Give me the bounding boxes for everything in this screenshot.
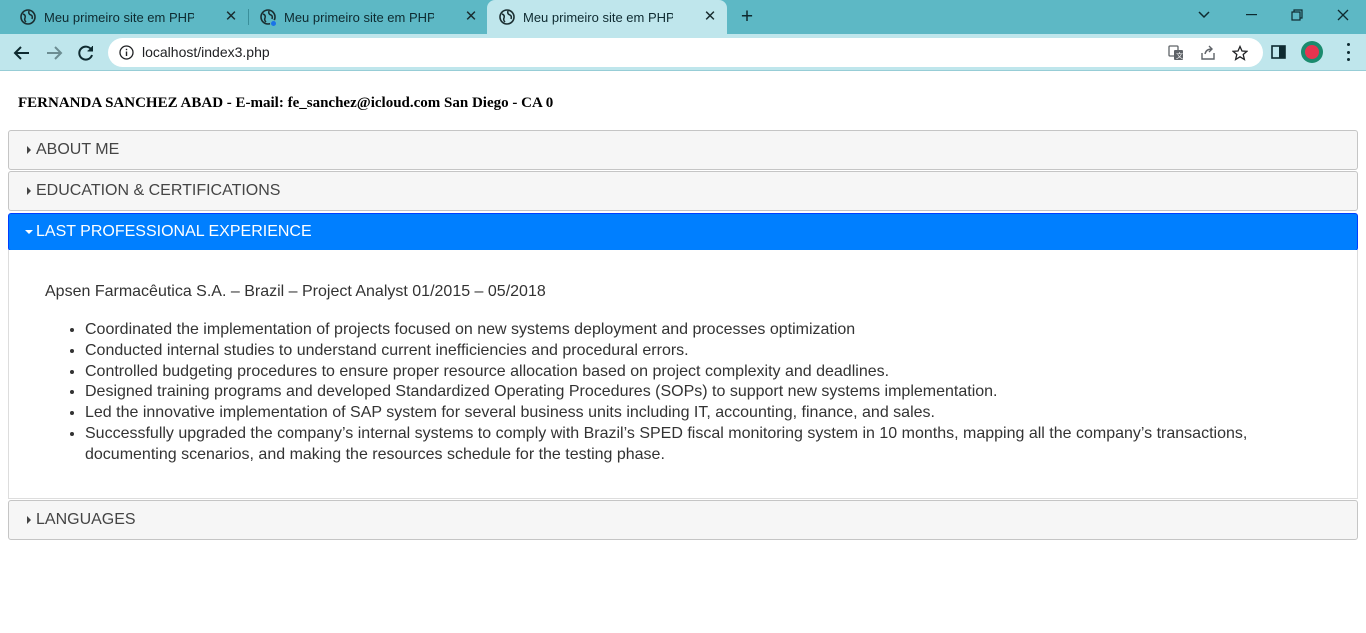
side-panel-icon[interactable] [1269, 42, 1289, 62]
tab-strip: Meu primeiro site em PHP! Wook ✕ Meu pri… [0, 0, 1366, 34]
browser-tab[interactable]: Meu primeiro site em PHP! Wook ✕ [0, 0, 248, 34]
tab-title: Meu primeiro site em PHP! Wook [44, 9, 194, 25]
close-tab-icon[interactable]: ✕ [702, 9, 718, 25]
list-item: Coordinated the implementation of projec… [85, 320, 1285, 341]
new-tab-button[interactable]: + [736, 6, 758, 28]
caret-down-icon [25, 230, 33, 234]
share-icon[interactable] [1199, 44, 1217, 62]
address-bar[interactable]: localhost/index3.php 文 [108, 38, 1263, 67]
restore-icon[interactable] [1274, 0, 1320, 30]
browser-tab[interactable]: Meu primeiro site em PHP! Wook ✕ [240, 0, 488, 34]
accordion-languages[interactable]: LANGUAGES [8, 500, 1358, 540]
job-title: Apsen Farmacêutica S.A. – Brazil – Proje… [45, 283, 546, 300]
list-item: Controlled budgeting procedures to ensur… [85, 362, 1285, 383]
profile-avatar[interactable] [1301, 41, 1323, 63]
list-item: Conducted internal studies to understand… [85, 341, 1285, 362]
caret-right-icon [27, 187, 31, 195]
caret-right-icon [27, 146, 31, 154]
translate-icon[interactable]: 文 [1167, 44, 1185, 62]
accordion-label: LAST PROFESSIONAL EXPERIENCE [36, 223, 312, 240]
experience-panel: Apsen Farmacêutica S.A. – Brazil – Proje… [8, 250, 1358, 499]
page-header: FERNANDA SANCHEZ ABAD - E-mail: fe_sanch… [18, 95, 554, 111]
experience-list: Coordinated the implementation of projec… [85, 320, 1285, 466]
close-tab-icon[interactable]: ✕ [223, 9, 239, 25]
close-tab-icon[interactable]: ✕ [463, 9, 479, 25]
tab-title: Meu primeiro site em PHP! Wook [284, 9, 434, 25]
globe-icon [499, 9, 515, 25]
menu-kebab-icon[interactable] [1340, 43, 1356, 61]
tab-activity-dot [270, 20, 277, 27]
browser-toolbar: localhost/index3.php 文 [0, 34, 1366, 71]
list-item: Successfully upgraded the company’s inte… [85, 424, 1285, 466]
globe-icon [20, 9, 36, 25]
tab-search-icon[interactable] [1181, 0, 1227, 30]
list-item: Led the innovative implementation of SAP… [85, 403, 1285, 424]
bookmark-star-icon[interactable] [1231, 44, 1249, 62]
accordion-label: EDUCATION & CERTIFICATIONS [36, 182, 281, 199]
accordion-about-me[interactable]: ABOUT ME [8, 130, 1358, 170]
accordion-education[interactable]: EDUCATION & CERTIFICATIONS [8, 171, 1358, 211]
list-item: Designed training programs and developed… [85, 382, 1285, 403]
site-info-icon[interactable] [119, 45, 134, 60]
accordion-label: ABOUT ME [36, 141, 120, 158]
minimize-icon[interactable] [1228, 0, 1274, 30]
caret-right-icon [27, 516, 31, 524]
tab-title: Meu primeiro site em PHP! Wook [523, 9, 673, 25]
reload-icon[interactable] [73, 40, 99, 66]
svg-text:文: 文 [1176, 51, 1183, 60]
accordion-experience[interactable]: LAST PROFESSIONAL EXPERIENCE [8, 213, 1358, 251]
forward-icon[interactable] [41, 40, 67, 66]
back-icon[interactable] [9, 40, 35, 66]
close-window-icon[interactable] [1320, 0, 1366, 30]
url-text[interactable]: localhost/index3.php [142, 44, 270, 60]
accordion-label: LANGUAGES [36, 511, 136, 528]
browser-tab-active[interactable]: Meu primeiro site em PHP! Wook ✕ [487, 0, 727, 34]
